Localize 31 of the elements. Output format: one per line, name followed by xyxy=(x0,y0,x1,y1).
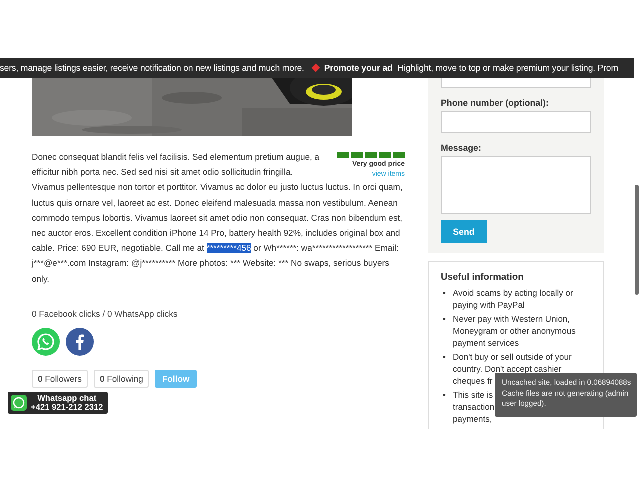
whatsapp-share-button[interactable] xyxy=(32,328,60,356)
info-line: Never pay with Western Union, xyxy=(453,313,570,325)
field-label: Phone number (optional): xyxy=(441,98,549,108)
ticker-text: sers, manage listings easier, receive notification on new listings and much more. xyxy=(0,63,304,73)
info-line: Avoid scams by acting locally or xyxy=(453,287,574,299)
whatsapp-icon xyxy=(11,395,27,411)
bullet: • xyxy=(442,287,447,300)
info-line: payment services xyxy=(453,337,520,349)
follower-count-button[interactable]: 0 Followers xyxy=(32,370,88,388)
click-stats: 0 Facebook clicks / 0 WhatsApp clicks xyxy=(32,308,179,319)
bullet: • xyxy=(442,351,447,364)
info-line: This site is xyxy=(453,389,494,401)
info-line: paying with PayPal xyxy=(453,299,525,311)
info-line: cheques fr xyxy=(453,375,493,387)
promo-title[interactable]: Promote your ad xyxy=(324,63,393,73)
info-line: payments, xyxy=(453,413,492,425)
input-field[interactable] xyxy=(441,78,591,88)
ticker-text: Highlight, move to top or make premium your listing. Prom xyxy=(398,63,618,73)
scrollbar-thumb[interactable] xyxy=(635,185,639,295)
info-line: Don't buy or sell outside of your xyxy=(453,351,572,363)
input-field[interactable] xyxy=(441,111,591,133)
field-label: Message: xyxy=(441,143,482,153)
bullet: • xyxy=(442,389,447,402)
follower-count-button[interactable]: 0 Following xyxy=(94,370,150,388)
bullet: • xyxy=(442,313,447,326)
info-title: Useful information xyxy=(441,271,525,282)
info-line: country. Don't accept cashier xyxy=(453,363,562,375)
message-field[interactable] xyxy=(441,156,591,214)
info-line: Moneygram or other anonymous xyxy=(453,325,576,337)
info-line: transaction xyxy=(453,401,495,413)
facebook-share-button[interactable] xyxy=(66,328,94,356)
